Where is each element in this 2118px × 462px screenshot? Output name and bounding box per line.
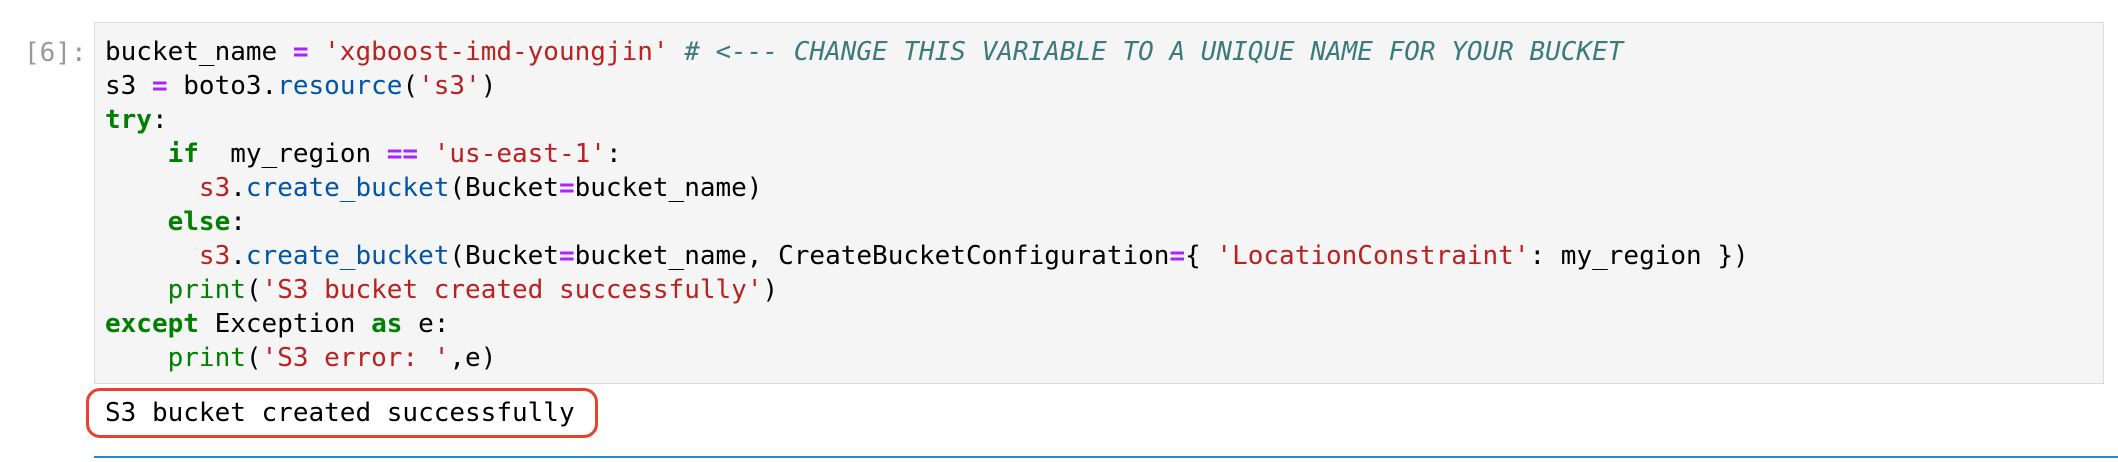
code-token: as [371,309,403,339]
code-token: boto3 [167,71,262,101]
code-token: ) [762,275,779,305]
code-token: = [1169,241,1186,271]
code-token: s3 [198,241,231,271]
code-line: bucket_name = 'xgboost-imd-youngjin' # <… [105,35,1749,69]
code-token: == [386,139,419,169]
code-token: except [105,309,199,339]
code-token: # <--- CHANGE THIS VARIABLE TO A UNIQUE … [684,37,1624,67]
code-token: my_region [198,139,387,169]
code-token: print [167,275,246,305]
code-token: : [230,207,246,237]
code-token: else [167,207,231,237]
code-token: Exception [198,309,372,339]
code-token: = [558,241,575,271]
code-token: ) [480,71,497,101]
code-token: (Bucket [449,241,559,271]
code-token: (Bucket [449,173,559,203]
code-token: print [167,343,246,373]
cell-output-text: S3 bucket created successfully [105,398,575,428]
next-cell-border[interactable] [94,456,2118,462]
code-token: ( [245,343,262,373]
code-token: ,e) [449,343,497,373]
code-token: try [105,105,152,135]
code-token: e: [402,309,450,339]
code-line: s3.create_bucket(Bucket=bucket_name, Cre… [105,239,1749,273]
code-token: s3 [105,71,152,101]
code-token: = [292,37,309,67]
code-token: create_bucket [245,173,450,203]
code-line: s3.create_bucket(Bucket=bucket_name) [105,171,1749,205]
code-token: resource [277,71,403,101]
code-token: 'us-east-1' [433,139,606,169]
code-editor[interactable]: bucket_name = 'xgboost-imd-youngjin' # <… [105,35,1749,375]
code-token: { [1185,241,1217,271]
code-line: s3 = boto3.resource('s3') [105,69,1749,103]
cell-prompt: [6]: [24,38,87,68]
code-token: 'xgboost-imd-youngjin' [324,37,669,67]
code-token: . [230,173,246,203]
code-token: 's3' [418,71,481,101]
code-line: print('S3 error: ',e) [105,341,1749,375]
code-token: bucket_name) [574,173,763,203]
code-token: ( [245,275,262,305]
code-token: create_bucket [245,241,450,271]
code-token: 'LocationConstraint' [1216,241,1530,271]
code-cell-input[interactable]: bucket_name = 'xgboost-imd-youngjin' # <… [94,22,2104,384]
code-token: : my_region }) [1529,241,1749,271]
code-token: ( [402,71,419,101]
code-token: . [261,71,278,101]
code-token: : [605,139,622,169]
code-token: : [151,105,168,135]
code-token: if [167,139,199,169]
code-line: else: [105,205,1749,239]
code-token: s3 [198,173,231,203]
code-line: except Exception as e: [105,307,1749,341]
code-token: 'S3 bucket created successfully' [261,275,763,305]
code-token: = [151,71,168,101]
code-token: bucket_name [105,37,293,67]
output-highlight-box: S3 bucket created successfully [86,388,598,438]
code-line: print('S3 bucket created successfully') [105,273,1749,307]
code-token: 'S3 error: ' [261,343,450,373]
code-token: = [558,173,575,203]
code-token: bucket_name, CreateBucketConfiguration [574,241,1170,271]
code-line: try: [105,103,1749,137]
code-token: . [230,241,246,271]
code-line: if my_region == 'us-east-1': [105,137,1749,171]
